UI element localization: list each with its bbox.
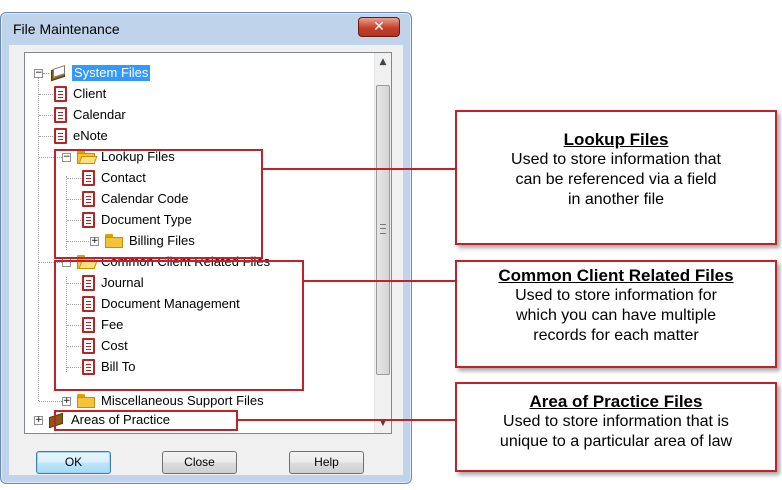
tree-connector [39, 115, 53, 116]
tree-item-miscellaneous-support-files[interactable]: + Miscellaneous Support Files [25, 391, 355, 411]
tree-item-client[interactable]: Client [25, 84, 225, 104]
common-client-files-highlight [54, 260, 304, 391]
common-client-files-callout: Common Client Related Files Used to stor… [455, 260, 777, 368]
scroll-down-arrow-icon[interactable]: ▼ [375, 415, 391, 432]
book-icon [49, 65, 67, 82]
close-icon: ✕ [373, 19, 385, 35]
lookup-connector-line [263, 168, 457, 170]
expand-toggle[interactable]: + [62, 396, 71, 406]
tree-item-label: System Files [72, 65, 151, 81]
close-button[interactable]: Close [162, 451, 237, 474]
document-icon [54, 128, 67, 144]
tree-connector [39, 401, 62, 402]
callout-title: Area of Practice Files [529, 392, 703, 411]
grip-icon [380, 224, 386, 234]
callout-text-line: can be referenced via a field [515, 171, 717, 188]
tree-item-label: Miscellaneous Support Files [101, 393, 264, 408]
areas-connector-line [238, 419, 457, 421]
help-button[interactable]: Help [289, 451, 364, 474]
tree-item-system-files[interactable]: − System Files [25, 63, 225, 83]
document-icon [54, 107, 67, 123]
lookup-files-highlight [54, 149, 263, 259]
tree-item-label: Calendar [73, 107, 126, 122]
tree-item-calendar[interactable]: Calendar [25, 105, 225, 125]
callout-text-line: unique to a particular area of law [499, 433, 733, 450]
vertical-scrollbar[interactable]: ▲ ▼ [374, 53, 391, 433]
close-window-button[interactable]: ✕ [358, 17, 400, 37]
callout-text-line: Used to store information for [515, 287, 717, 304]
ok-button[interactable]: OK [36, 451, 111, 474]
tree-connector [39, 94, 53, 95]
callout-text-line: which you can have multiple [515, 307, 717, 324]
areas-of-practice-highlight [54, 410, 238, 431]
callout-text-line: in another file [567, 191, 665, 208]
callout-title: Common Client Related Files [498, 266, 734, 285]
document-icon [54, 86, 67, 102]
title-bar[interactable]: File Maintenance ✕ [1, 13, 411, 45]
callout-text-line: records for each matter [533, 327, 699, 344]
callout-title: Lookup Files [563, 130, 669, 149]
expand-toggle[interactable]: + [34, 415, 43, 425]
lookup-files-callout: Lookup Files Used to store information t… [455, 110, 777, 245]
tree-item-label: eNote [73, 128, 108, 143]
window-title: File Maintenance [13, 21, 120, 37]
folder-icon [77, 394, 97, 408]
callout-text-line: Used to store information that is [503, 413, 729, 430]
tree-connector [39, 136, 53, 137]
scroll-thumb[interactable] [376, 85, 390, 375]
area-of-practice-callout: Area of Practice Files Used to store inf… [455, 382, 777, 472]
common-client-connector-line [304, 280, 457, 282]
tree-item-label: Client [73, 86, 107, 101]
scroll-up-arrow-icon[interactable]: ▲ [375, 54, 391, 71]
collapse-toggle[interactable]: − [34, 68, 43, 78]
callout-text-line: Used to store information that [511, 151, 721, 168]
tree-item-enote[interactable]: eNote [25, 126, 225, 146]
